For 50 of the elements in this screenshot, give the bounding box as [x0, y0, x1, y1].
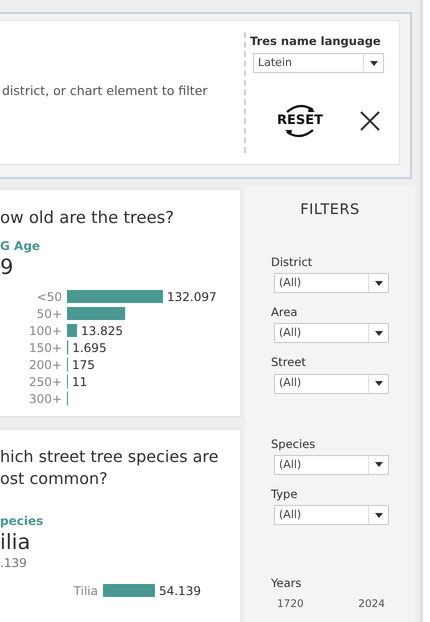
- dropdown[interactable]: (All): [274, 454, 389, 475]
- kpi-label: G Age: [0, 238, 42, 255]
- kpi-count: .139: [0, 555, 28, 572]
- card-title: hich street tree species are: [0, 446, 220, 468]
- dropdown[interactable]: (All): [274, 323, 389, 344]
- bar-value: 132.097: [167, 290, 217, 304]
- bar-label: 300+: [29, 392, 62, 406]
- caret-icon: [374, 381, 382, 386]
- filter-label: Tres name language: [250, 33, 382, 50]
- instruction-text: district, or chart element to filter: [1, 82, 208, 100]
- bar-label: 200+: [29, 358, 62, 372]
- filter-label: Area: [271, 304, 298, 321]
- filters-title: FILTERS: [300, 201, 360, 220]
- caret-icon: [374, 330, 382, 336]
- bar-value: 175: [72, 358, 95, 372]
- filter-label: Type: [271, 486, 298, 503]
- caret-icon: [374, 280, 382, 286]
- filter-label: Street: [271, 354, 307, 372]
- bar-value: 11: [72, 374, 88, 389]
- bar-value: 54.139: [158, 584, 201, 598]
- range-min: 1720: [277, 597, 304, 612]
- dropdown[interactable]: (All): [274, 374, 389, 394]
- caret-icon: [374, 512, 382, 518]
- bar-label: 50+: [36, 306, 62, 321]
- bar-label: 250+: [29, 374, 62, 389]
- bar-label: 100+: [29, 324, 62, 338]
- filter-label: District: [271, 254, 314, 271]
- bar[interactable]: [67, 306, 126, 320]
- dropdown[interactable]: (All): [274, 273, 389, 293]
- card-title: ow old are the trees?: [0, 207, 176, 229]
- kpi-label: pecies: [0, 513, 44, 530]
- bar-label: <50: [36, 290, 62, 304]
- bar-label: 150+: [29, 340, 62, 355]
- kpi-value: ilia: [0, 530, 32, 554]
- caret-icon: [370, 60, 378, 66]
- bar[interactable]: [67, 290, 163, 303]
- dropdown[interactable]: (All): [274, 505, 389, 525]
- bar-value: 13.825: [81, 324, 124, 338]
- range-max: 2024: [358, 597, 385, 612]
- filter-label: Species: [271, 436, 316, 452]
- close-icon[interactable]: [360, 111, 380, 132]
- card-title: ost common?: [0, 468, 109, 490]
- bar-label: Tilia: [74, 584, 98, 598]
- kpi-value: 9: [0, 254, 14, 279]
- filter-label: Years: [271, 575, 302, 592]
- caret-icon: [374, 462, 382, 468]
- bar[interactable]: [67, 324, 78, 337]
- dropdown[interactable]: Latein: [253, 53, 384, 74]
- reset-button[interactable]: RESET: [278, 103, 322, 140]
- bar-value: 1.695: [72, 340, 107, 355]
